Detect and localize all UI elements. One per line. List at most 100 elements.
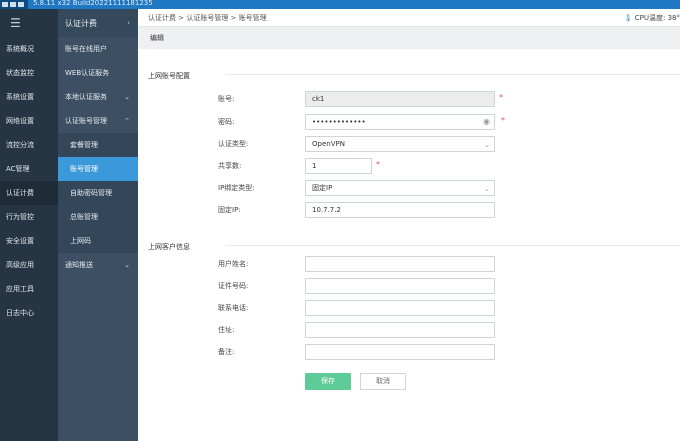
fixed-ip-input[interactable]: 10.7.7.2 [305, 202, 495, 218]
account-row: 账号: ck1 * [138, 91, 680, 107]
nav-item-tools[interactable]: 应用工具 [0, 277, 58, 301]
sub-item-package[interactable]: 套餐管理 [58, 133, 138, 157]
nav-item-network[interactable]: 网络设置 [0, 109, 58, 133]
sub-item-label: 账号管理 [70, 165, 98, 173]
nav-item-ac[interactable]: AC管理 [0, 157, 58, 181]
password-label: 密码: [218, 118, 235, 126]
share-input[interactable]: 1 [305, 158, 372, 174]
id-label: 证件号码: [218, 282, 249, 290]
phone-input[interactable] [305, 300, 495, 316]
ip-bind-label: IP绑定类型: [218, 184, 255, 192]
phone-row: 联系电话: [138, 300, 680, 316]
section-divider [226, 74, 680, 75]
nav-item-system[interactable]: 系统设置 [0, 85, 58, 109]
sub-sidebar: 认证计费 ‹ 账号在线用户 WEB认证服务 本地认证服务 ⌄ 认证账号管理 ⌃ 套餐… [58, 9, 138, 441]
account-label: 账号: [218, 95, 235, 103]
ip-bind-value: 固定IP [312, 184, 333, 192]
address-label: 住址: [218, 326, 235, 334]
breadcrumb: 认证计费 > 认证账号管理 > 账号管理 [148, 13, 267, 22]
nav-item-security[interactable]: 安全设置 [0, 229, 58, 253]
phone-label: 联系电话: [218, 304, 249, 312]
sub-sidebar-header[interactable]: 认证计费 ‹ [58, 9, 138, 37]
cpu-temperature-text: CPU温度: 38° [634, 14, 680, 22]
sub-item-web-auth[interactable]: WEB认证服务 [58, 61, 138, 85]
fixed-ip-label: 固定IP: [218, 206, 241, 214]
sub-item-notify[interactable]: 通知推送 ⌄ [58, 253, 138, 277]
sub-item-label: 套餐管理 [70, 141, 98, 149]
sub-item-local-auth[interactable]: 本地认证服务 ⌄ [58, 85, 138, 109]
sub-item-label: 上网码 [70, 237, 91, 245]
ip-bind-row: IP绑定类型: 固定IP ⌄ [138, 180, 680, 196]
address-row: 住址: [138, 322, 680, 338]
main-sidebar: ☰ 系统概况 状态监控 系统设置 网络设置 流控分流 AC管理 认证计费 行为管… [0, 9, 58, 441]
nav-item-advanced[interactable]: 高级应用 [0, 253, 58, 277]
sub-item-label: 自助密码管理 [70, 189, 112, 197]
nav-item-overview[interactable]: 系统概况 [0, 37, 58, 61]
section-title-customer: 上网客户信息 [148, 243, 190, 251]
sub-item-ledger[interactable]: 总账管理 [58, 205, 138, 229]
edit-header: 编辑 [138, 27, 680, 49]
menu-toggle-icon[interactable]: ☰ [0, 9, 58, 37]
required-mark: * [501, 116, 505, 125]
fixed-ip-row: 固定IP: 10.7.7.2 [138, 202, 680, 218]
chevron-down-icon: ⌄ [124, 261, 130, 269]
share-row: 共享数: 1 * [138, 158, 680, 174]
main-content: 认证计费 > 认证账号管理 > 账号管理 🌡 CPU温度: 38° 编辑 上网账号… [138, 9, 680, 441]
breadcrumb-bar: 认证计费 > 认证账号管理 > 账号管理 🌡 CPU温度: 38° [138, 9, 680, 27]
top-bar: 5.8.11 x32 Build20221111181235 [0, 0, 680, 9]
address-input[interactable] [305, 322, 495, 338]
password-row: 密码: ••••••••••••• ◉ * [138, 114, 680, 130]
sub-item-label: WEB认证服务 [65, 69, 110, 77]
password-field[interactable]: ••••••••••••• ◉ [305, 114, 495, 130]
share-label: 共享数: [218, 162, 242, 170]
chevron-down-icon: ⌄ [124, 93, 130, 101]
note-row: 备注: [138, 344, 680, 360]
save-button[interactable]: 保存 [305, 373, 351, 390]
note-label: 备注: [218, 348, 235, 356]
brand-logo [0, 0, 28, 9]
sub-item-label: 账号在线用户 [65, 45, 107, 53]
sub-item-online-users[interactable]: 账号在线用户 [58, 37, 138, 61]
section-title-account: 上网账号配置 [148, 72, 190, 80]
auth-type-value: OpenVPN [312, 140, 345, 148]
nav-item-behavior[interactable]: 行为管控 [0, 205, 58, 229]
chevron-down-icon: ⌄ [484, 185, 490, 193]
sub-item-label: 通知推送 [65, 261, 93, 269]
version-text: 5.8.11 x32 Build20221111181235 [33, 0, 153, 7]
sub-sidebar-title: 认证计费 [65, 18, 97, 28]
sub-item-account-mgmt[interactable]: 认证账号管理 ⌃ [58, 109, 138, 133]
auth-type-select[interactable]: OpenVPN ⌄ [305, 136, 495, 152]
chevron-left-icon[interactable]: ‹ [127, 19, 130, 27]
nav-item-logs[interactable]: 日志中心 [0, 301, 58, 325]
chevron-up-icon: ⌃ [124, 117, 130, 125]
ip-bind-select[interactable]: 固定IP ⌄ [305, 180, 495, 196]
edit-title: 编辑 [150, 34, 164, 42]
required-mark: * [499, 93, 503, 102]
name-row: 用户姓名: [138, 256, 680, 272]
cancel-button[interactable]: 取消 [360, 373, 406, 390]
auth-type-label: 认证类型: [218, 140, 249, 148]
eye-icon[interactable]: ◉ [483, 115, 490, 129]
sub-item-access-code[interactable]: 上网码 [58, 229, 138, 253]
cpu-temperature: 🌡 CPU温度: 38° [624, 13, 680, 23]
nav-item-auth[interactable]: 认证计费 [0, 181, 58, 205]
account-field[interactable]: ck1 [305, 91, 495, 107]
name-input[interactable] [305, 256, 495, 272]
chevron-down-icon: ⌄ [484, 141, 490, 149]
sub-item-label: 认证账号管理 [65, 117, 107, 125]
nav-item-flow[interactable]: 流控分流 [0, 133, 58, 157]
thermometer-icon: 🌡 [623, 14, 633, 22]
sub-item-label: 总账管理 [70, 213, 98, 221]
sub-item-label: 本地认证服务 [65, 93, 107, 101]
id-row: 证件号码: [138, 278, 680, 294]
note-input[interactable] [305, 344, 495, 360]
id-input[interactable] [305, 278, 495, 294]
sub-item-self-password[interactable]: 自助密码管理 [58, 181, 138, 205]
nav-item-status[interactable]: 状态监控 [0, 61, 58, 85]
name-label: 用户姓名: [218, 260, 249, 268]
section-divider [226, 245, 680, 246]
sub-item-accounts[interactable]: 账号管理 [58, 157, 138, 181]
required-mark: * [376, 160, 380, 169]
auth-type-row: 认证类型: OpenVPN ⌄ [138, 136, 680, 152]
password-value: ••••••••••••• [312, 118, 366, 126]
